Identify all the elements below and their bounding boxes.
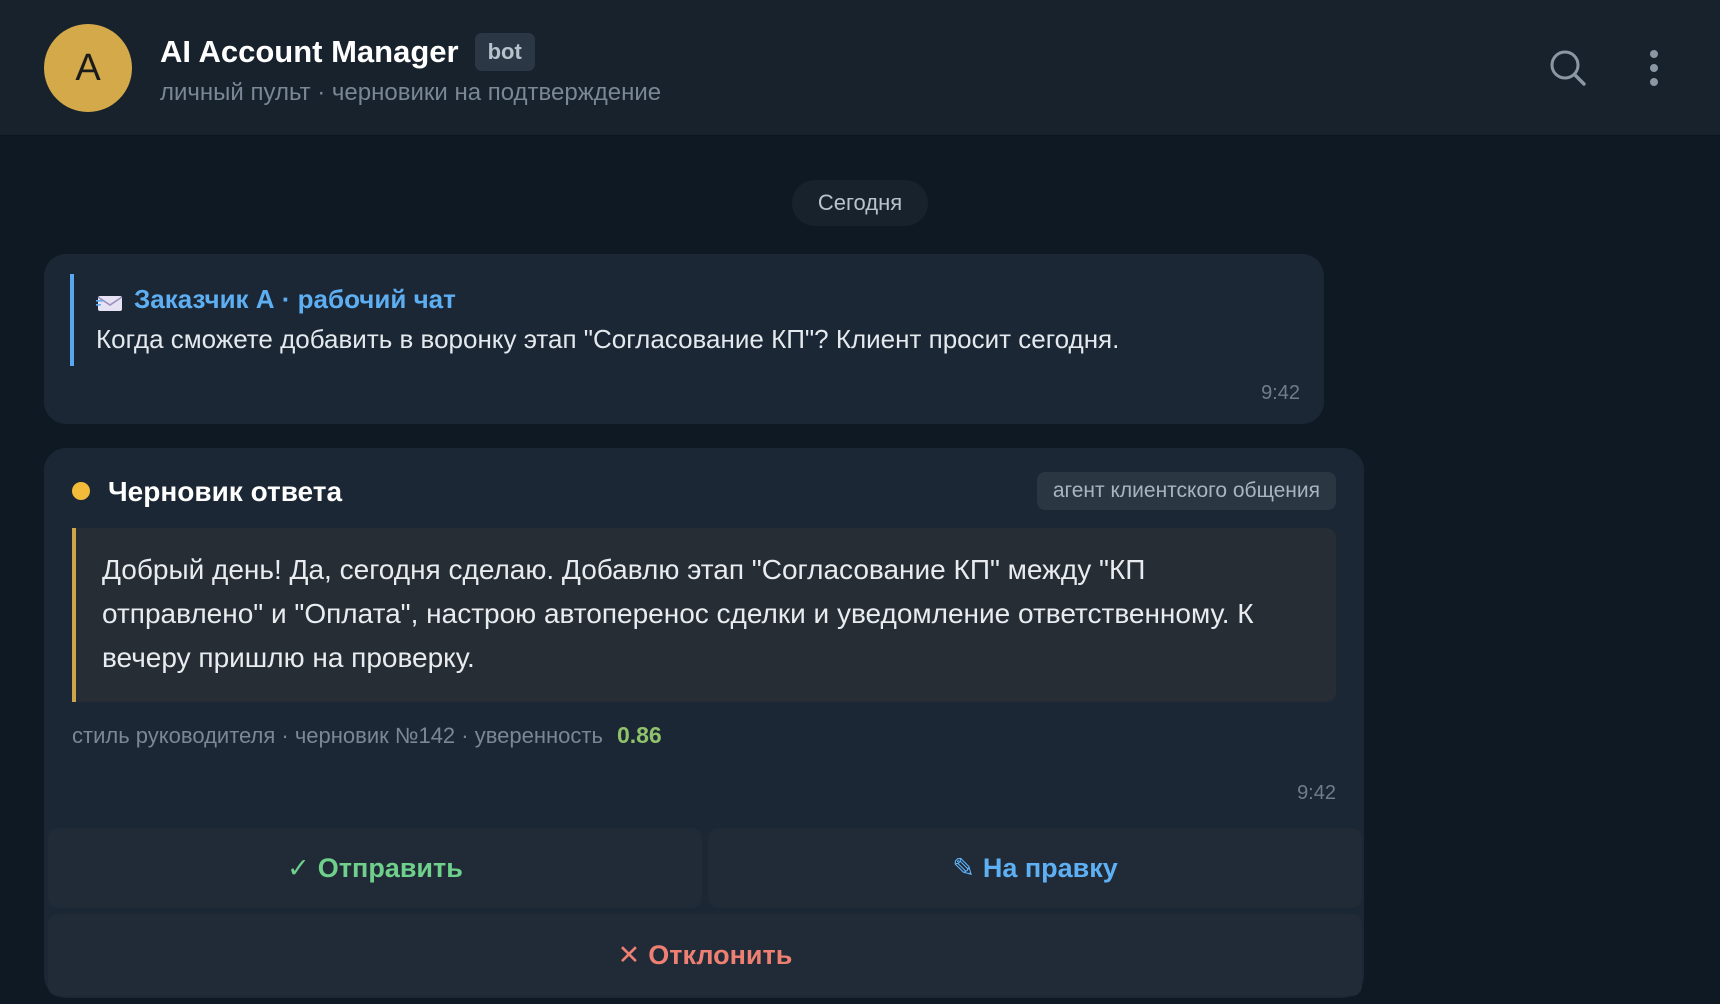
draft-title: Черновик ответа	[108, 476, 343, 507]
reject-button-label: Отклонить	[648, 939, 793, 970]
envelope-icon	[96, 289, 124, 311]
chat-subtitle: личный пульт · черновики на подтверждени…	[160, 79, 662, 106]
agent-tag: агент клиентского общения	[1036, 472, 1336, 510]
draft-text: Добрый день! Да, сегодня сделаю. Добавлю…	[102, 554, 1254, 673]
quote-source-label: Заказчик А · рабочий чат	[134, 284, 456, 314]
more-vertical-icon[interactable]	[1630, 44, 1678, 92]
edit-button-label: На правку	[982, 852, 1118, 883]
chat-screen: A AI Account Manager bot личный пульт · …	[0, 0, 1720, 1004]
chat-header: A AI Account Manager bot личный пульт · …	[0, 0, 1720, 136]
bot-badge: bot	[474, 33, 535, 71]
draft-meta: стиль руководителя · черновик №142 · уве…	[72, 722, 662, 749]
chat-title[interactable]: AI Account Manager	[160, 34, 459, 70]
reject-button[interactable]: ✕ Отклонить	[48, 914, 1362, 996]
incoming-message[interactable]: Заказчик А · рабочий чат Когда сможете д…	[44, 254, 1324, 424]
send-button-label: Отправить	[317, 852, 463, 883]
draft-meta-text: стиль руководителя · черновик №142 · уве…	[72, 723, 603, 748]
quote-source[interactable]: Заказчик А · рабочий чат	[96, 284, 456, 315]
send-button[interactable]: ✓ Отправить	[48, 828, 702, 908]
forwarded-quote: Заказчик А · рабочий чат Когда сможете д…	[70, 274, 1300, 366]
avatar[interactable]: A	[44, 24, 132, 112]
message-time: 9:42	[1297, 782, 1336, 804]
confidence-value: 0.86	[616, 722, 662, 748]
check-icon: ✓	[287, 852, 310, 883]
search-icon[interactable]	[1544, 44, 1592, 92]
pencil-icon: ✎	[952, 852, 975, 883]
edit-button[interactable]: ✎ На правку	[708, 828, 1362, 908]
title-row: AI Account Manager bot	[160, 30, 535, 74]
date-separator: Сегодня	[792, 180, 928, 226]
incoming-text: Когда сможете добавить в воронку этап "С…	[96, 324, 1120, 354]
close-icon: ✕	[617, 939, 641, 970]
status-dot	[72, 482, 90, 500]
message-time: 9:42	[1261, 382, 1300, 404]
draft-quote: Добрый день! Да, сегодня сделаю. Добавлю…	[72, 528, 1336, 702]
